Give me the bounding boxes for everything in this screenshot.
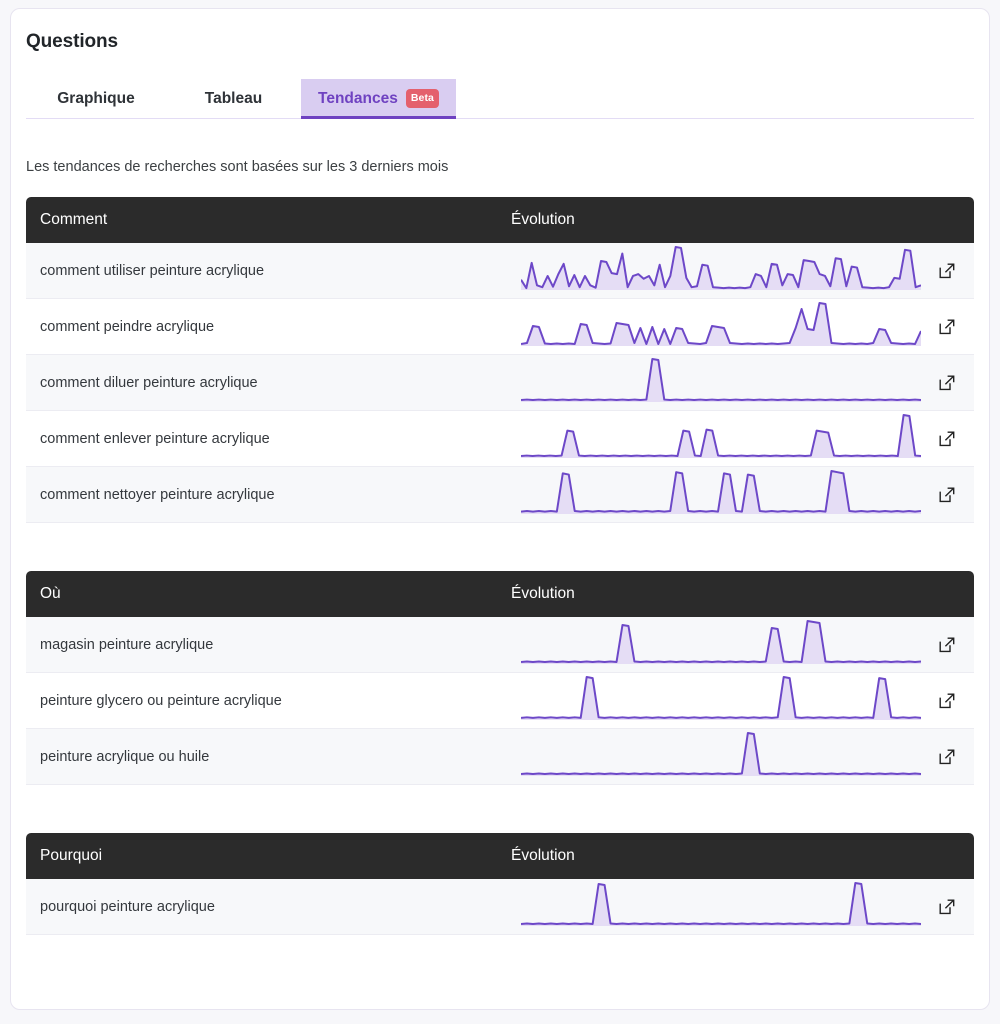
trends-description: Les tendances de recherches sont basées … <box>26 159 449 175</box>
questions-card: Questions Graphique Tableau Tendances Be… <box>10 8 990 1010</box>
table-row[interactable]: peinture acrylique ou huile <box>26 729 974 785</box>
tab-graphique-label: Graphique <box>57 89 135 107</box>
table-pourquoi: Pourquoi Évolution pourquoi peinture acryl… <box>26 833 974 935</box>
sparkline-chart <box>511 243 974 298</box>
keyword-label: pourquoi peinture acrylique <box>40 898 215 915</box>
external-link-icon[interactable] <box>937 429 957 449</box>
table-row[interactable]: comment peindre acrylique <box>26 299 974 355</box>
external-link-icon[interactable] <box>937 373 957 393</box>
table-ou: Où Évolution magasin peinture acrylique pei… <box>26 571 974 785</box>
table-row[interactable]: pourquoi peinture acrylique <box>26 879 974 935</box>
table-header-comment: Comment Évolution <box>26 197 974 243</box>
external-link-icon[interactable] <box>937 691 957 711</box>
keyword-label: peinture glycero ou peinture acrylique <box>40 692 282 709</box>
table-row[interactable]: comment nettoyer peinture acrylique <box>26 467 974 523</box>
external-link-icon[interactable] <box>937 897 957 917</box>
external-link-icon[interactable] <box>937 747 957 767</box>
keyword-label: comment nettoyer peinture acrylique <box>40 486 275 503</box>
tab-tableau[interactable]: Tableau <box>166 79 301 118</box>
tab-bar: Graphique Tableau Tendances Beta <box>26 79 974 119</box>
column-header-keyword: Comment <box>40 211 108 228</box>
sparkline-chart <box>511 617 974 672</box>
tab-tableau-label: Tableau <box>204 89 263 107</box>
sparkline-chart <box>511 673 974 728</box>
keyword-label: comment utiliser peinture acrylique <box>40 262 265 279</box>
keyword-label: peinture acrylique ou huile <box>40 748 210 765</box>
tab-graphique[interactable]: Graphique <box>26 79 166 118</box>
sparkline-chart <box>511 879 974 934</box>
table-row[interactable]: peinture glycero ou peinture acrylique <box>26 673 974 729</box>
sections-root: Comment Évolution comment utiliser peintur… <box>11 197 989 935</box>
column-header-keyword: Pourquoi <box>40 847 103 864</box>
table-comment: Comment Évolution comment utiliser peintur… <box>26 197 974 523</box>
column-header-evolution: Évolution <box>511 585 575 602</box>
table-row[interactable]: comment diluer peinture acrylique <box>26 355 974 411</box>
column-header-evolution: Évolution <box>511 847 575 864</box>
table-row[interactable]: comment enlever peinture acrylique <box>26 411 974 467</box>
sparkline-chart <box>511 411 974 466</box>
keyword-label: magasin peinture acrylique <box>40 636 214 653</box>
keyword-label: comment diluer peinture acrylique <box>40 374 258 391</box>
external-link-icon[interactable] <box>937 261 957 281</box>
table-row[interactable]: magasin peinture acrylique <box>26 617 974 673</box>
keyword-label: comment enlever peinture acrylique <box>40 430 270 447</box>
tab-tendances[interactable]: Tendances Beta <box>301 79 456 119</box>
sparkline-chart <box>511 467 974 522</box>
external-link-icon[interactable] <box>937 635 957 655</box>
keyword-label: comment peindre acrylique <box>40 318 215 335</box>
table-header-ou: Où Évolution <box>26 571 974 617</box>
external-link-icon[interactable] <box>937 485 957 505</box>
table-row[interactable]: comment utiliser peinture acrylique <box>26 243 974 299</box>
sparkline-chart <box>511 729 974 784</box>
tab-tendances-label: Tendances <box>318 89 398 107</box>
sparkline-chart <box>511 355 974 410</box>
sparkline-chart <box>511 299 974 354</box>
page-title: Questions <box>26 31 119 52</box>
column-header-evolution: Évolution <box>511 211 575 228</box>
status-badge: Beta <box>405 89 439 108</box>
table-header-pourquoi: Pourquoi Évolution <box>26 833 974 879</box>
external-link-icon[interactable] <box>937 317 957 337</box>
column-header-keyword: Où <box>40 585 61 602</box>
